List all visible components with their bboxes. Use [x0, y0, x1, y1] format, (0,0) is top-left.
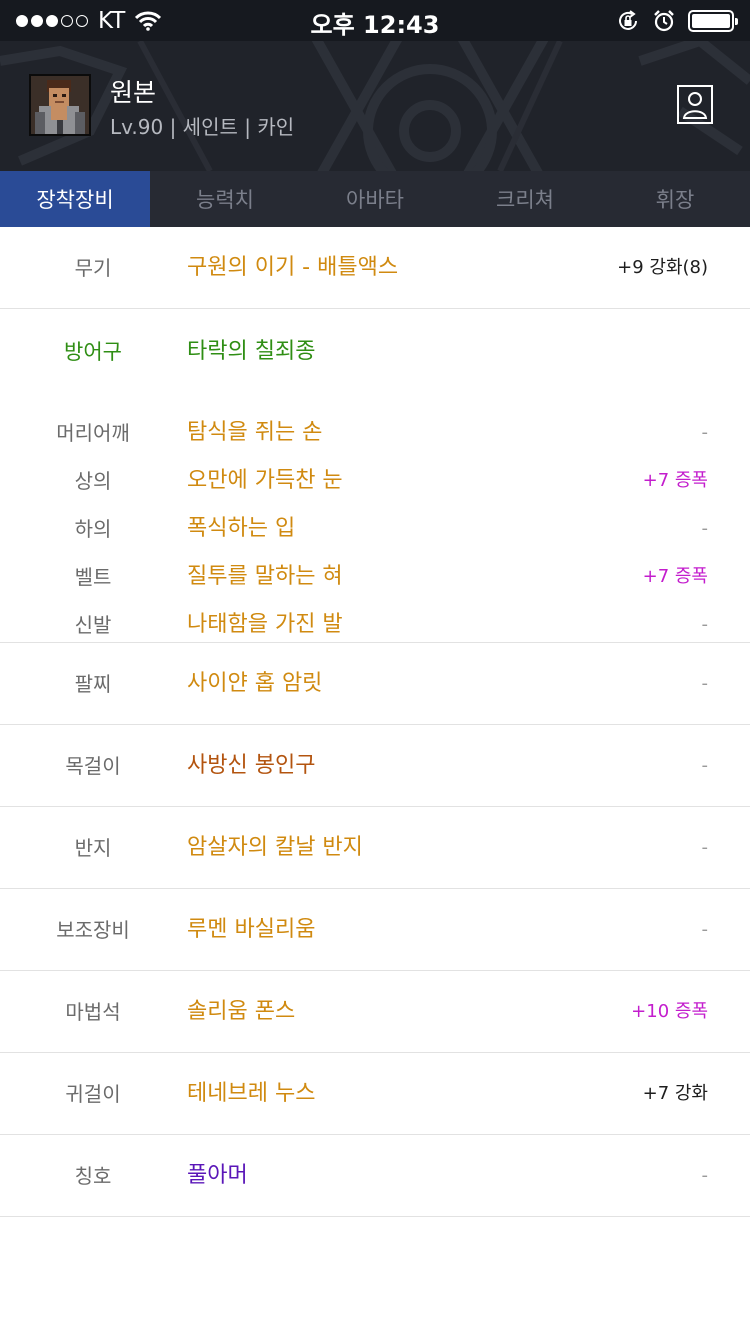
battery-icon	[688, 10, 738, 32]
tab-stats[interactable]: 능력치	[150, 171, 300, 227]
profile-card-button[interactable]	[677, 85, 713, 124]
item-name: 테네브레 누스	[187, 1081, 316, 1106]
slot-label: 보조장비	[56, 918, 130, 942]
enhance-value: +10 증폭	[631, 1001, 708, 1022]
slot-label: 목걸이	[65, 754, 121, 778]
weapon-section: 무기 구원의 이기 - 배틀액스 +9 강화(8)	[0, 227, 750, 309]
enhance-value: -	[701, 1165, 709, 1186]
character-info: Lv.90 | 세인트 | 카인	[110, 115, 295, 139]
character-name: 원본	[110, 78, 157, 107]
enhance-value: -	[701, 673, 709, 694]
item-name: 나태함을 가진 발	[187, 612, 343, 637]
status-bar: KT 오후 12:43	[0, 0, 750, 41]
armor-section: 방어구 타락의 칠죄종 머리어깨 탐식을 쥐는 손 - 상의 오만에 가득찬 눈 +7 증…	[0, 309, 750, 643]
equipment-section: 마법석 솔리움 폰스 +10 증폭	[0, 971, 750, 1053]
equipment-section: 보조장비 루멘 바실리움 -	[0, 889, 750, 971]
profile-header: 원본 Lv.90 | 세인트 | 카인	[0, 41, 750, 171]
rotation-lock-icon	[619, 10, 637, 30]
enhance-value: +7 증폭	[642, 566, 708, 587]
armor-set-row[interactable]: 방어구 타락의 칠죄종	[0, 328, 750, 376]
enhance-value: -	[701, 518, 709, 539]
equipment-row[interactable]: 반지 암살자의 칼날 반지 -	[0, 824, 750, 872]
equipment-row[interactable]: 칭호 풀아머 -	[0, 1152, 750, 1200]
item-name: 사방신 봉인구	[187, 753, 316, 778]
item-name: 솔리움 폰스	[187, 999, 296, 1024]
item-name: 질투를 말하는 혀	[187, 564, 343, 589]
enhance-value: +7 강화	[642, 1083, 708, 1104]
equipment-row[interactable]: 보조장비 루멘 바실리움 -	[0, 906, 750, 954]
equipment-row[interactable]: 마법석 솔리움 폰스 +10 증폭	[0, 988, 750, 1036]
equipment-section: 귀걸이 테네브레 누스 +7 강화	[0, 1053, 750, 1135]
tab-avatar[interactable]: 아바타	[300, 171, 450, 227]
slot-label: 머리어깨	[56, 421, 130, 445]
slot-label: 무기	[74, 256, 112, 280]
equipment-row[interactable]: 귀걸이 테네브레 누스 +7 강화	[0, 1070, 750, 1118]
slot-label: 칭호	[74, 1164, 112, 1188]
slot-label: 벨트	[74, 565, 112, 589]
tab-bar: 장착장비 능력치 아바타 크리쳐 휘장	[0, 171, 750, 227]
avatar	[29, 74, 91, 136]
equipment-section: 팔찌 사이얀 홉 암릿 -	[0, 643, 750, 725]
slot-label: 상의	[74, 469, 112, 493]
tab-insignia[interactable]: 휘장	[600, 171, 750, 227]
person-icon	[682, 92, 708, 119]
enhance-value: -	[701, 755, 709, 776]
equipment-row[interactable]: 신발 나태함을 가진 발 -	[0, 601, 750, 649]
item-name: 암살자의 칼날 반지	[187, 835, 363, 860]
enhance-value: +7 증폭	[642, 470, 708, 491]
item-name: 폭식하는 입	[187, 516, 296, 541]
tab-creature[interactable]: 크리쳐	[450, 171, 600, 227]
slot-label: 마법석	[65, 1000, 121, 1024]
item-name: 오만에 가득찬 눈	[187, 468, 343, 493]
equipment-row[interactable]: 상의 오만에 가득찬 눈 +7 증폭	[0, 457, 750, 505]
slot-label: 하의	[74, 517, 112, 541]
item-name: 루멘 바실리움	[187, 917, 316, 942]
item-name: 풀아머	[187, 1163, 248, 1188]
item-name: 탐식을 쥐는 손	[187, 420, 323, 445]
set-name: 타락의 칠죄종	[187, 339, 316, 364]
enhance-value: +9 강화(8)	[617, 257, 708, 278]
slot-label: 신발	[74, 613, 112, 637]
enhance-value: -	[701, 422, 709, 443]
slot-label: 팔찌	[74, 672, 112, 696]
equipment-section: 목걸이 사방신 봉인구 -	[0, 725, 750, 807]
enhance-value: -	[701, 837, 709, 858]
slot-label: 방어구	[64, 340, 122, 364]
equipment-section: 칭호 풀아머 -	[0, 1135, 750, 1217]
enhance-value: -	[701, 614, 709, 635]
item-name: 사이얀 홉 암릿	[187, 671, 323, 696]
equipment-row[interactable]: 목걸이 사방신 봉인구 -	[0, 742, 750, 790]
equipment-row[interactable]: 하의 폭식하는 입 -	[0, 505, 750, 553]
equipment-section: 반지 암살자의 칼날 반지 -	[0, 807, 750, 889]
tab-equipment[interactable]: 장착장비	[0, 171, 150, 227]
equipment-row[interactable]: 머리어깨 탐식을 쥐는 손 -	[0, 409, 750, 457]
enhance-value: -	[701, 919, 709, 940]
slot-label: 반지	[74, 836, 112, 860]
equipment-row-weapon[interactable]: 무기 구원의 이기 - 배틀액스 +9 강화(8)	[0, 244, 750, 292]
alarm-icon	[654, 10, 674, 32]
item-name: 구원의 이기 - 배틀액스	[187, 255, 399, 280]
equipment-row[interactable]: 팔찌 사이얀 홉 암릿 -	[0, 660, 750, 708]
equipment-list: 무기 구원의 이기 - 배틀액스 +9 강화(8) 방어구 타락의 칠죄종 머리…	[0, 227, 750, 1217]
slot-label: 귀걸이	[65, 1082, 121, 1106]
equipment-row[interactable]: 벨트 질투를 말하는 혀 +7 증폭	[0, 553, 750, 601]
